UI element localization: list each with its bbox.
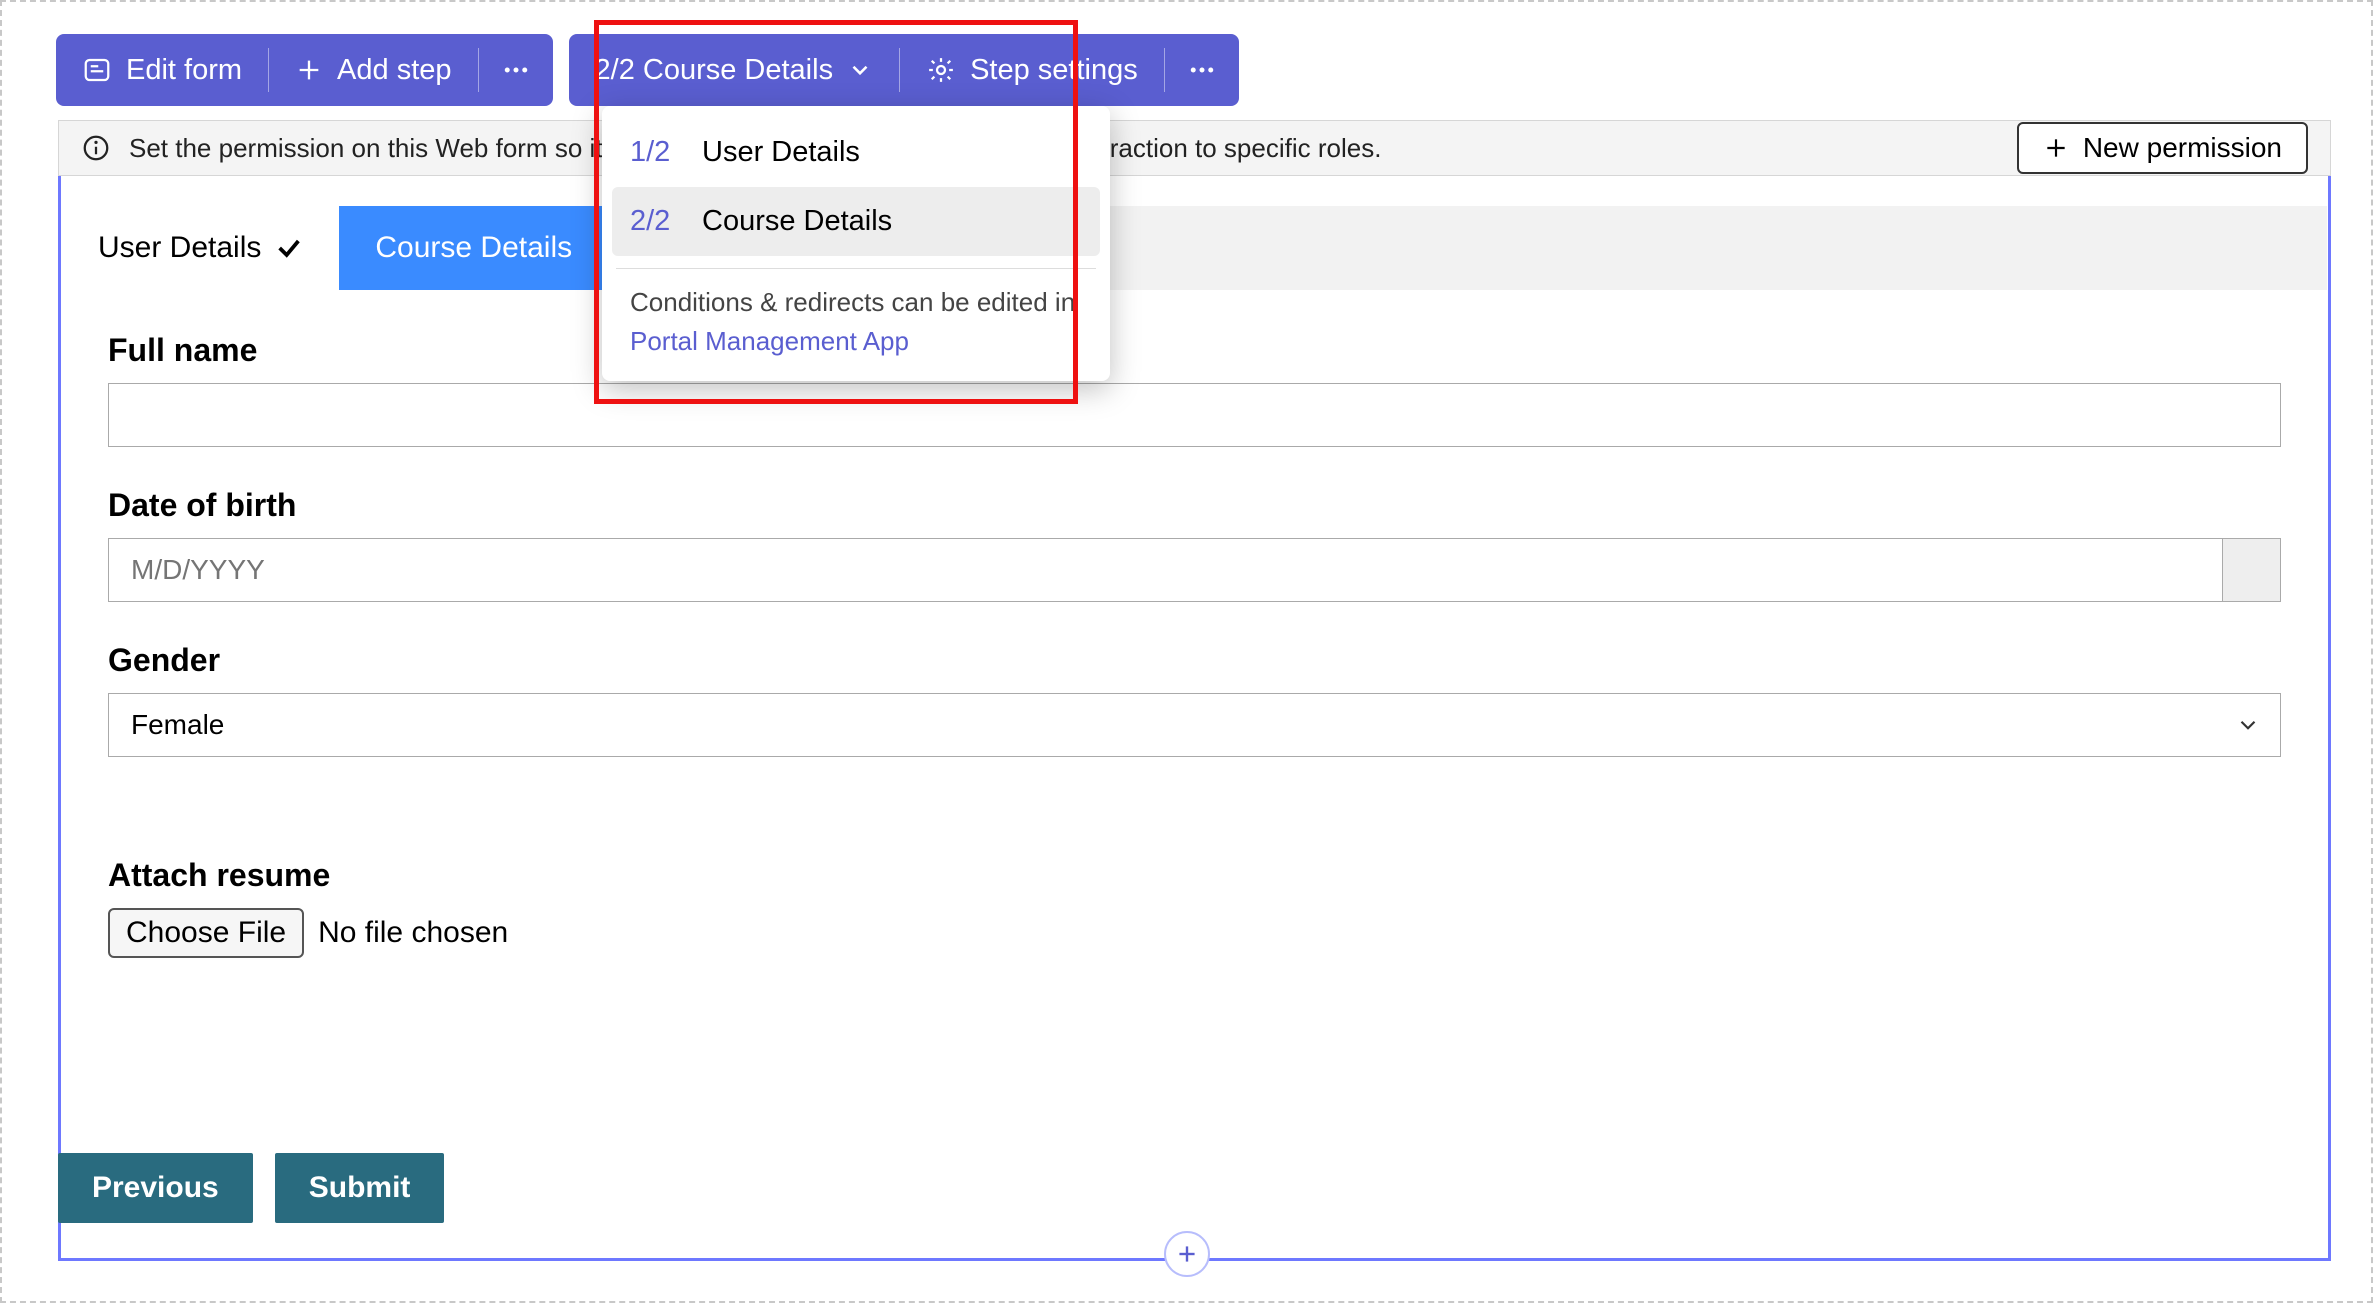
- step-name: User Details: [702, 136, 860, 169]
- page-root: Edit form Add step 2/2 Course Details: [0, 0, 2373, 1303]
- add-section-button[interactable]: [1164, 1231, 1210, 1277]
- info-icon: [81, 133, 111, 163]
- step-settings-button[interactable]: Step settings: [900, 34, 1164, 106]
- full-name-input[interactable]: [108, 383, 2281, 447]
- tab-user-details-label: User Details: [98, 231, 261, 265]
- form-actions: Previous Submit: [58, 1153, 444, 1223]
- current-step-label: 2/2 Course Details: [595, 54, 834, 87]
- dob-label: Date of birth: [108, 487, 2281, 524]
- attach-label: Attach resume: [108, 857, 2281, 894]
- gear-icon: [926, 55, 956, 85]
- step-name: Course Details: [702, 205, 892, 238]
- new-permission-button[interactable]: New permission: [2017, 122, 2308, 174]
- step-dropdown-item-2[interactable]: 2/2 Course Details: [612, 187, 1100, 256]
- full-name-label: Full name: [108, 332, 2281, 369]
- submit-button[interactable]: Submit: [275, 1153, 445, 1223]
- edit-form-button[interactable]: Edit form: [56, 34, 268, 106]
- tab-course-details[interactable]: Course Details: [339, 206, 608, 290]
- command-bar-step: 2/2 Course Details Step settings: [569, 34, 1239, 106]
- edit-form-label: Edit form: [126, 54, 242, 87]
- field-attach-resume: Attach resume Choose File No file chosen: [108, 857, 2281, 958]
- field-dob: Date of birth: [108, 487, 2281, 602]
- step-settings-label: Step settings: [970, 54, 1138, 87]
- ellipsis-icon: [1187, 55, 1217, 85]
- step-tabs: User Details Course Details: [62, 206, 2327, 290]
- chevron-down-icon: [847, 57, 873, 83]
- dropdown-note-text: Conditions & redirects can be edited in: [630, 287, 1075, 317]
- add-step-label: Add step: [337, 54, 451, 87]
- step-index: 1/2: [630, 136, 680, 169]
- field-gender: Gender: [108, 642, 2281, 757]
- command-bar-form: Edit form Add step: [56, 34, 553, 106]
- field-full-name: Full name: [108, 332, 2281, 447]
- no-file-text: No file chosen: [318, 916, 508, 950]
- add-step-button[interactable]: Add step: [269, 34, 477, 106]
- dropdown-note: Conditions & redirects can be edited in …: [612, 283, 1100, 361]
- dob-input[interactable]: [108, 538, 2281, 602]
- form-area: Full name Date of birth Gender Attach re…: [62, 302, 2327, 1253]
- gender-label: Gender: [108, 642, 2281, 679]
- permission-info-bar: Set the permission on this Web form so i…: [58, 120, 2331, 176]
- form-icon: [82, 55, 112, 85]
- gender-select[interactable]: [108, 693, 2281, 757]
- choose-file-button[interactable]: Choose File: [108, 908, 304, 958]
- previous-button[interactable]: Previous: [58, 1153, 253, 1223]
- step-more-button[interactable]: [1165, 34, 1239, 106]
- tab-course-details-label: Course Details: [375, 231, 572, 265]
- ellipsis-icon: [501, 55, 531, 85]
- step-dropdown-item-1[interactable]: 1/2 User Details: [612, 118, 1100, 187]
- tab-user-details[interactable]: User Details: [62, 206, 339, 290]
- command-bar-row: Edit form Add step 2/2 Course Details: [56, 34, 1239, 106]
- divider: [616, 268, 1096, 269]
- new-permission-label: New permission: [2083, 132, 2282, 164]
- gender-value[interactable]: [108, 693, 2281, 757]
- step-index: 2/2: [630, 205, 680, 238]
- portal-management-link[interactable]: Portal Management App: [630, 326, 909, 356]
- plus-icon: [2043, 135, 2069, 161]
- check-icon: [275, 234, 303, 262]
- plus-icon: [295, 56, 323, 84]
- date-picker-button[interactable]: [2222, 539, 2280, 601]
- step-dropdown: 1/2 User Details 2/2 Course Details Cond…: [602, 106, 1110, 381]
- step-switcher-button[interactable]: 2/2 Course Details: [569, 34, 900, 106]
- form-more-button[interactable]: [479, 34, 553, 106]
